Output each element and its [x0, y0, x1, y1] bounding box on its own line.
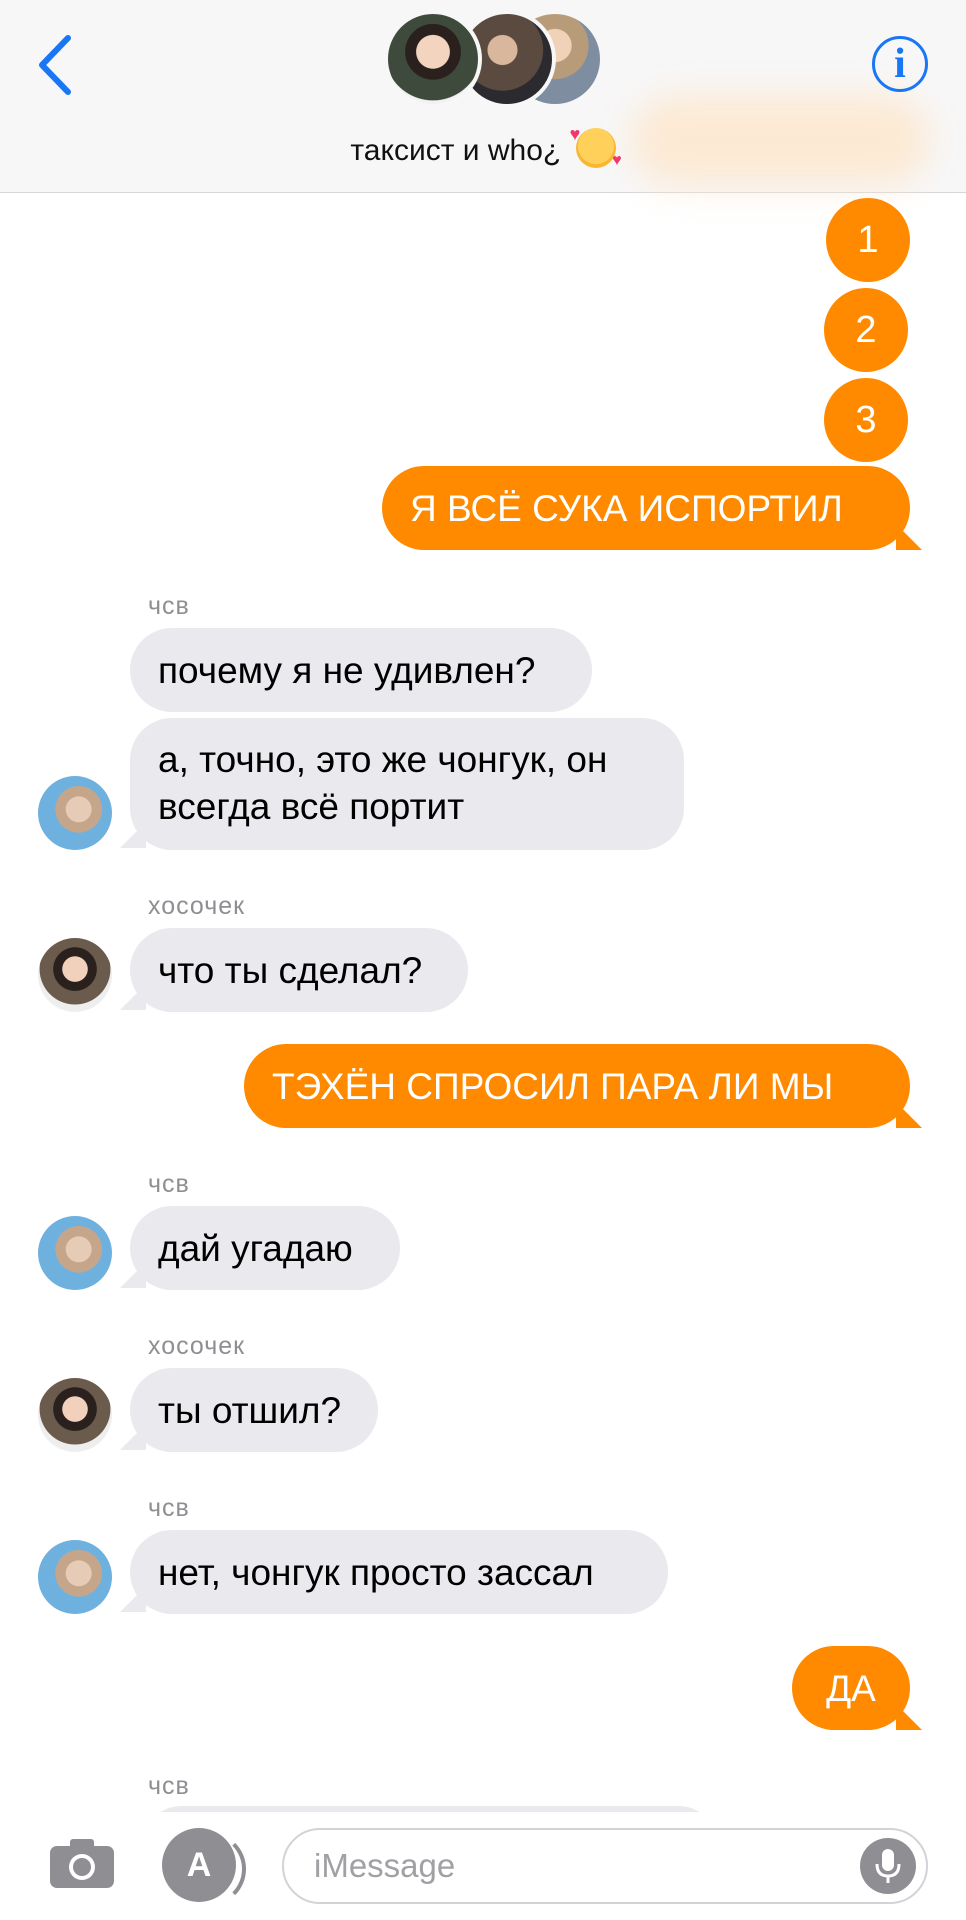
outgoing-message[interactable]: ТЭХЁН СПРОСИЛ ПАРА ЛИ МЫ — [244, 1044, 910, 1128]
info-icon[interactable]: i — [872, 36, 928, 92]
sender-name: чсв — [148, 1494, 190, 1522]
sender-name: хосочек — [148, 1332, 246, 1360]
sender-name: хосочек — [148, 892, 246, 920]
camera-icon[interactable] — [48, 1836, 116, 1890]
bubble-tail — [120, 984, 146, 1010]
avatar-chsv[interactable] — [38, 1540, 112, 1614]
bubble-tail — [896, 1102, 922, 1128]
bubble-tail — [120, 1424, 146, 1450]
bubble-tail — [120, 1586, 146, 1612]
conversation-title-text: таксист и who¿ — [350, 134, 562, 167]
message-text: ТЭХЁН СПРОСИЛ ПАРА ЛИ МЫ — [272, 1065, 834, 1107]
message-composer-bar: A — [0, 1812, 966, 1920]
back-chevron-icon[interactable] — [30, 30, 80, 100]
group-avatar-1 — [384, 10, 482, 108]
incoming-message[interactable]: почему я не удивлен? — [130, 628, 592, 712]
message-text: ты отшил? — [158, 1389, 342, 1431]
bubble-tail — [120, 822, 146, 848]
bubble-tail — [120, 1262, 146, 1288]
conversation-header: таксист и who¿ i — [0, 0, 966, 193]
incoming-message[interactable]: нет, чонгук просто зассал — [130, 1530, 668, 1614]
bubble-tail — [896, 1704, 922, 1730]
message-input[interactable] — [282, 1828, 928, 1904]
group-avatar-stack[interactable] — [384, 10, 604, 112]
sender-name: чсв — [148, 1170, 190, 1198]
message-text: что ты сделал? — [158, 949, 423, 991]
avatar-chsv[interactable] — [38, 776, 112, 850]
message-text: ДА — [826, 1667, 876, 1709]
sender-name: чсв — [148, 592, 190, 620]
sender-name: чсв — [148, 1772, 190, 1800]
outgoing-message[interactable]: 1 — [826, 198, 910, 282]
incoming-message[interactable]: ты отшил? — [130, 1368, 378, 1452]
microphone-icon[interactable] — [860, 1838, 916, 1894]
smiling-face-with-hearts-emoji-icon — [570, 124, 622, 170]
outgoing-message[interactable]: 2 — [824, 288, 908, 372]
avatar-chsv[interactable] — [38, 1216, 112, 1290]
outgoing-message[interactable]: 3 — [824, 378, 908, 462]
message-text: нет, чонгук просто зассал — [158, 1551, 594, 1593]
message-text: а, точно, это же чонгук, он всегда всё п… — [158, 739, 608, 827]
conversation-title[interactable]: таксист и who¿ — [0, 124, 966, 170]
incoming-message[interactable]: а, точно, это же чонгук, он всегда всё п… — [130, 718, 684, 850]
incoming-message[interactable]: что ты сделал? — [130, 928, 468, 1012]
microphone-glyph-icon — [875, 1849, 901, 1883]
app-store-icon[interactable]: A — [162, 1828, 246, 1906]
message-text: Я ВСЁ СУКА ИСПОРТИЛ — [410, 487, 843, 529]
avatar-hosochek[interactable] — [38, 1378, 112, 1452]
outgoing-message[interactable]: ДА — [792, 1646, 910, 1730]
message-text-field[interactable] — [314, 1847, 834, 1885]
outgoing-message[interactable]: Я ВСЁ СУКА ИСПОРТИЛ — [382, 466, 910, 550]
incoming-message[interactable]: дай угадаю — [130, 1206, 400, 1290]
message-text: дай угадаю — [158, 1227, 353, 1269]
message-text: почему я не удивлен? — [158, 649, 536, 691]
avatar-hosochek[interactable] — [38, 938, 112, 1012]
bubble-tail — [896, 524, 922, 550]
